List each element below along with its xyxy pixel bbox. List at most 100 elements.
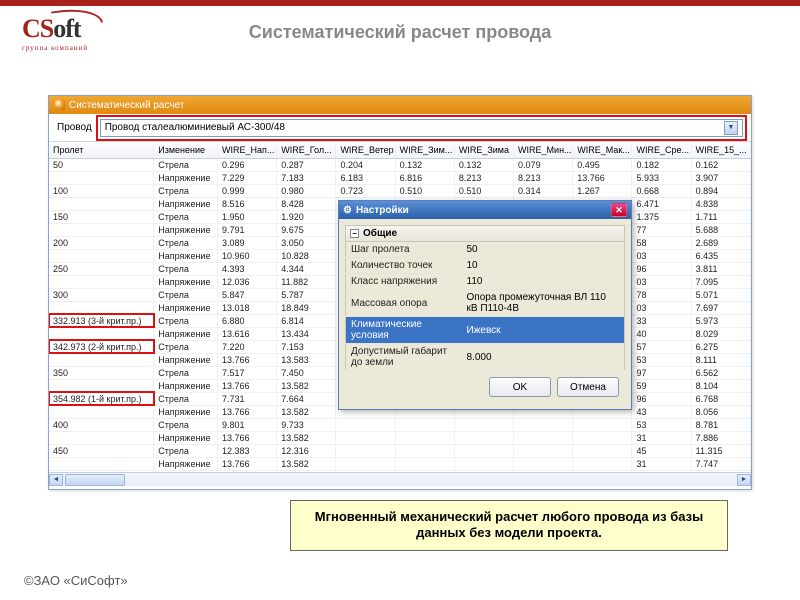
table-row[interactable]: 50Стрела0.2960.2870.2040.1320.1320.0790.… [49, 158, 751, 171]
cell: 33 [632, 314, 691, 327]
property-row[interactable]: Класс напряжения110 [346, 274, 625, 290]
property-grid[interactable]: Шаг пролета50Количество точек10Класс нап… [345, 242, 625, 371]
cell: 0.132 [395, 158, 454, 171]
cell [49, 301, 154, 314]
cancel-button[interactable]: Отмена [557, 377, 619, 397]
table-row[interactable]: Напряжение13.76613.582317.886 [49, 431, 751, 444]
scroll-thumb[interactable] [65, 474, 125, 486]
cell: Напряжение [154, 223, 218, 236]
cell [336, 431, 395, 444]
cell: Напряжение [154, 457, 218, 470]
property-value[interactable]: 10 [462, 258, 625, 274]
cell [336, 418, 395, 431]
cell [49, 197, 154, 210]
cell: 7.731 [218, 392, 277, 405]
table-row[interactable]: Напряжение13.76613.582317.747 [49, 457, 751, 470]
cell [573, 457, 632, 470]
close-icon[interactable]: ✕ [611, 203, 627, 217]
property-row[interactable]: Климатические условияИжевск [346, 317, 625, 344]
cell [395, 444, 454, 457]
cell [454, 431, 513, 444]
table-row[interactable]: 450Стрела12.38312.3164511.315 [49, 444, 751, 457]
cell: 7.664 [277, 392, 336, 405]
cell: 5.688 [691, 223, 750, 236]
cell: 96 [632, 262, 691, 275]
cell: 18.849 [277, 301, 336, 314]
collapse-icon[interactable]: − [350, 229, 359, 238]
property-row[interactable]: Шаг пролета50 [346, 242, 625, 258]
cell: 9.733 [277, 418, 336, 431]
cell: 7.517 [218, 366, 277, 379]
column-header[interactable]: Пролет [49, 142, 154, 158]
property-key: Шаг пролета [346, 242, 462, 258]
cell: 12.383 [218, 444, 277, 457]
table-row[interactable]: Напряжение7.2297.1836.1836.8168.2138.213… [49, 171, 751, 184]
column-header[interactable]: WIRE_Зим... [395, 142, 454, 158]
cell: 13.766 [218, 457, 277, 470]
cell: Напряжение [154, 327, 218, 340]
cell: 8.029 [691, 327, 750, 340]
property-value[interactable]: 110 [462, 274, 625, 290]
property-row[interactable]: Количество точек10 [346, 258, 625, 274]
property-key: Класс напряжения [346, 274, 462, 290]
cell: 400 [49, 418, 154, 431]
cell: 5.933 [632, 171, 691, 184]
wire-label: Провод [57, 122, 92, 133]
ok-button[interactable]: OK [489, 377, 551, 397]
cell: 43 [632, 405, 691, 418]
cell: 6.435 [691, 249, 750, 262]
property-value[interactable]: 8.000 [462, 344, 625, 371]
cell: 7.183 [277, 171, 336, 184]
cell: 5.071 [691, 288, 750, 301]
cell: 342.973 (2-й крит.пр.) [49, 340, 154, 353]
slide-title: Систематический расчет провода [0, 22, 800, 43]
column-header[interactable]: WIRE_Мак... [573, 142, 632, 158]
column-header[interactable]: WIRE_Гол... [277, 142, 336, 158]
cell: 31 [632, 457, 691, 470]
cell: Напряжение [154, 301, 218, 314]
wire-select[interactable]: Провод сталеалюминиевый АС-300/48 ▼ [100, 119, 743, 137]
cell [514, 457, 573, 470]
cell: 0.668 [632, 184, 691, 197]
property-value[interactable]: Опора промежуточная ВЛ 110 кВ П110-4В [462, 290, 625, 317]
column-header[interactable]: WIRE_15_... [691, 142, 750, 158]
cell: 0.894 [691, 184, 750, 197]
table-row[interactable]: 100Стрела0.9990.9800.7230.5100.5100.3141… [49, 184, 751, 197]
cell: 40 [632, 327, 691, 340]
property-row[interactable]: Массовая опораОпора промежуточная ВЛ 110… [346, 290, 625, 317]
cell: 6.562 [691, 366, 750, 379]
footer: ©ЗАО «СиСофт» [24, 573, 128, 588]
scroll-right-button[interactable]: ► [737, 474, 751, 486]
cell: 7.229 [218, 171, 277, 184]
column-header[interactable]: WIRE_Зима [454, 142, 513, 158]
cell: 97 [632, 366, 691, 379]
chevron-down-icon[interactable]: ▼ [724, 121, 738, 135]
window-titlebar[interactable]: Систематический расчет [49, 96, 751, 114]
cell: 8.213 [514, 171, 573, 184]
cell: 50 [49, 158, 154, 171]
cell: Стрела [154, 158, 218, 171]
cell: 13.766 [218, 405, 277, 418]
cell [454, 444, 513, 457]
property-value[interactable]: Ижевск [462, 317, 625, 344]
table-row[interactable]: 400Стрела9.8019.733538.781 [49, 418, 751, 431]
property-row[interactable]: Допустимый габарит до земли8.000 [346, 344, 625, 371]
group-header[interactable]: − Общие [345, 225, 625, 242]
column-header[interactable]: WIRE_Мин... [514, 142, 573, 158]
column-header[interactable]: Изменение [154, 142, 218, 158]
settings-dialog: ⚙ Настройки ✕ − Общие Шаг пролета50Колич… [338, 200, 632, 410]
horizontal-scrollbar[interactable]: ◄ ► [49, 472, 751, 486]
cell: 3.907 [691, 171, 750, 184]
cell: 0.510 [395, 184, 454, 197]
column-header[interactable]: WIRE_Нап... [218, 142, 277, 158]
cell [49, 353, 154, 366]
cell: 250 [49, 262, 154, 275]
dialog-titlebar[interactable]: ⚙ Настройки ✕ [339, 201, 631, 219]
callout: Мгновенный механический расчет любого пр… [290, 500, 728, 551]
column-header[interactable]: WIRE_Ветер [336, 142, 395, 158]
column-header[interactable]: WIRE_Сре... [632, 142, 691, 158]
property-value[interactable]: 50 [462, 242, 625, 258]
cell: 0.079 [514, 158, 573, 171]
brand-bar [0, 0, 800, 6]
scroll-left-button[interactable]: ◄ [49, 474, 63, 486]
